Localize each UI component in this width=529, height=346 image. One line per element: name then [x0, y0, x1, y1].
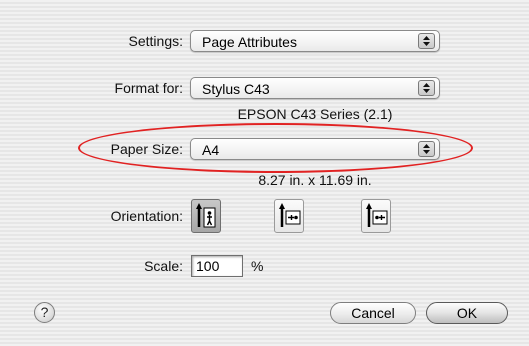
cancel-button[interactable]: Cancel [330, 302, 416, 324]
orientation-label: Orientation: [110, 208, 183, 224]
paper-size-popup[interactable]: A4 [190, 138, 440, 160]
settings-popup-value: Page Attributes [202, 34, 297, 50]
settings-popup[interactable]: Page Attributes [190, 30, 440, 52]
paper-size-label: Paper Size: [110, 141, 183, 157]
format-for-label: Format for: [114, 80, 183, 96]
landscape-left-orientation-icon [279, 203, 301, 227]
popup-arrows-icon [418, 33, 435, 49]
popup-arrows-icon [418, 141, 435, 157]
help-question-icon: ? [40, 304, 49, 320]
format-for-popup-value: Stylus C43 [202, 81, 270, 97]
help-button[interactable]: ? [34, 302, 55, 323]
settings-label: Settings: [128, 33, 183, 49]
orientation-landscape-left-button[interactable] [274, 199, 304, 233]
paper-size-popup-value: A4 [202, 142, 220, 158]
orientation-portrait-button[interactable] [191, 199, 221, 233]
format-for-popup[interactable]: Stylus C43 [190, 77, 440, 99]
printer-description: EPSON C43 Series (2.1) [237, 106, 393, 122]
popup-arrows-icon [418, 80, 435, 96]
orientation-landscape-right-button[interactable] [361, 199, 391, 233]
portrait-orientation-icon [196, 203, 216, 228]
ok-button[interactable]: OK [426, 302, 508, 324]
scale-unit: % [251, 258, 264, 274]
paper-dimensions: 8.27 in. x 11.69 in. [258, 172, 372, 188]
scale-label: Scale: [144, 258, 183, 274]
scale-input[interactable] [191, 255, 243, 277]
landscape-right-orientation-icon [366, 203, 388, 227]
